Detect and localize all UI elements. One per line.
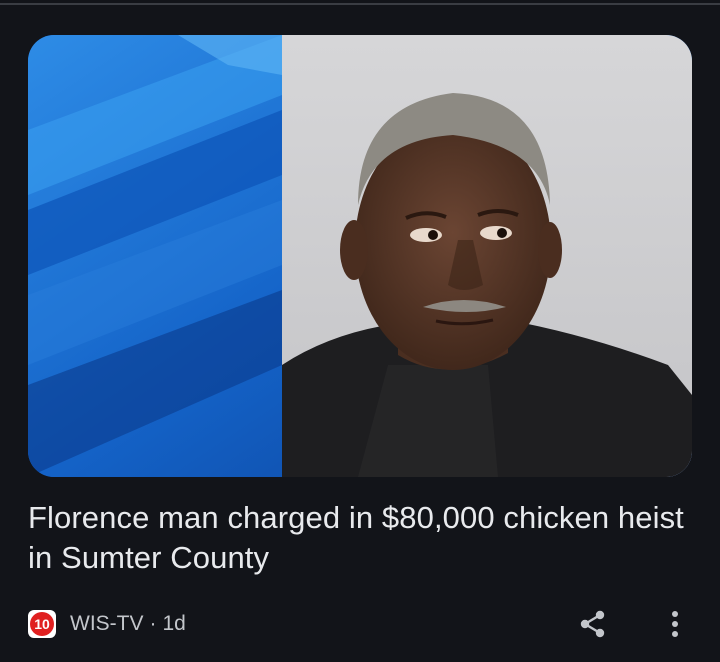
logo-text: 10: [34, 616, 50, 632]
divider: [0, 3, 720, 5]
more-vertical-icon: [672, 611, 678, 637]
source-name[interactable]: WIS-TV: [70, 612, 144, 636]
article-meta: 10 WIS-TV · 1d: [28, 608, 186, 640]
meta-separator: ·: [149, 612, 157, 635]
news-card[interactable]: Florence man charged in $80,000 chicken …: [0, 0, 720, 662]
article-thumbnail[interactable]: [28, 35, 692, 477]
mugshot-photo: [28, 35, 692, 477]
article-age: 1d: [162, 612, 186, 635]
share-icon: [580, 610, 605, 638]
article-headline[interactable]: Florence man charged in $80,000 chicken …: [28, 498, 692, 578]
more-options-button[interactable]: [658, 605, 692, 643]
wis-tv-logo-icon: 10: [28, 610, 56, 638]
share-button[interactable]: [574, 605, 612, 643]
